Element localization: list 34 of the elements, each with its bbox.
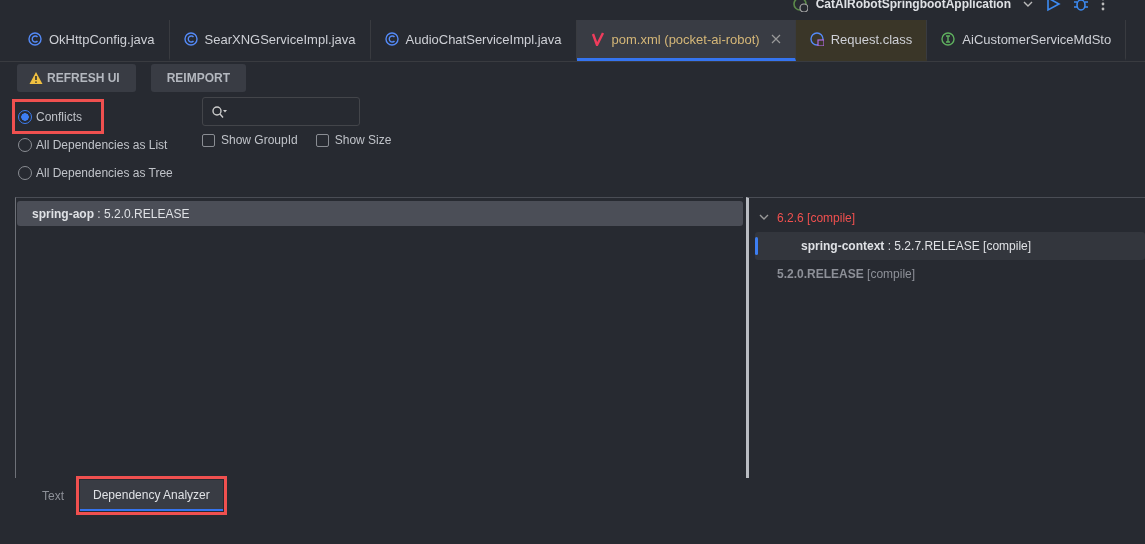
more-icon (1101, 0, 1105, 12)
radio-option[interactable]: Conflicts (12, 103, 202, 131)
editor-tab[interactable]: SearXNGServiceImpl.java (169, 20, 371, 61)
editor-tab[interactable]: AiCustomerServiceMdSto (927, 20, 1127, 61)
bottom-tab[interactable]: Dependency Analyzer (80, 480, 223, 511)
search-icon (212, 105, 228, 118)
tree-node[interactable]: spring-context : 5.2.7.RELEASE [compile] (755, 232, 1145, 260)
bottom-tab[interactable]: Text (34, 480, 72, 511)
v-letter-icon (590, 32, 605, 46)
radio-option[interactable]: All Dependencies as List (12, 131, 202, 159)
tree-node[interactable]: 5.2.0.RELEASE [compile] (749, 260, 1145, 288)
class-icon (28, 32, 42, 46)
bug-icon (1073, 0, 1089, 12)
run-icon (1045, 0, 1061, 12)
class-icon (183, 32, 198, 46)
run-config-icon (791, 0, 808, 12)
interface-icon (941, 32, 956, 46)
tree-node[interactable]: 6.2.6 [compile] (749, 204, 1145, 232)
run-config-selector[interactable]: CatAIRobotSpringbootApplication (815, 0, 1011, 11)
editor-tab[interactable]: OkHttpConfig.java (14, 20, 170, 61)
radio-option[interactable]: All Dependencies as Tree (12, 159, 202, 187)
close-icon[interactable] (770, 34, 781, 44)
checkbox-option[interactable]: Show GroupId (202, 133, 298, 147)
class-icon (384, 32, 399, 46)
search-field[interactable] (202, 97, 360, 126)
reimport-button[interactable]: REIMPORT (150, 64, 247, 92)
editor-tab[interactable]: AudioChatServiceImpl.java (370, 20, 577, 61)
checkbox-option[interactable]: Show Size (315, 133, 392, 147)
editor-tab[interactable]: pom.xml (pocket-ai-robot) (576, 20, 796, 61)
refresh-button[interactable]: REFRESH UI (17, 64, 136, 92)
conflict-row[interactable]: spring-aop : 5.2.0.RELEASE (17, 201, 743, 226)
caret-icon (1023, 0, 1033, 8)
editor-tab[interactable]: Request.class (795, 20, 928, 61)
class-file-icon (809, 32, 824, 46)
